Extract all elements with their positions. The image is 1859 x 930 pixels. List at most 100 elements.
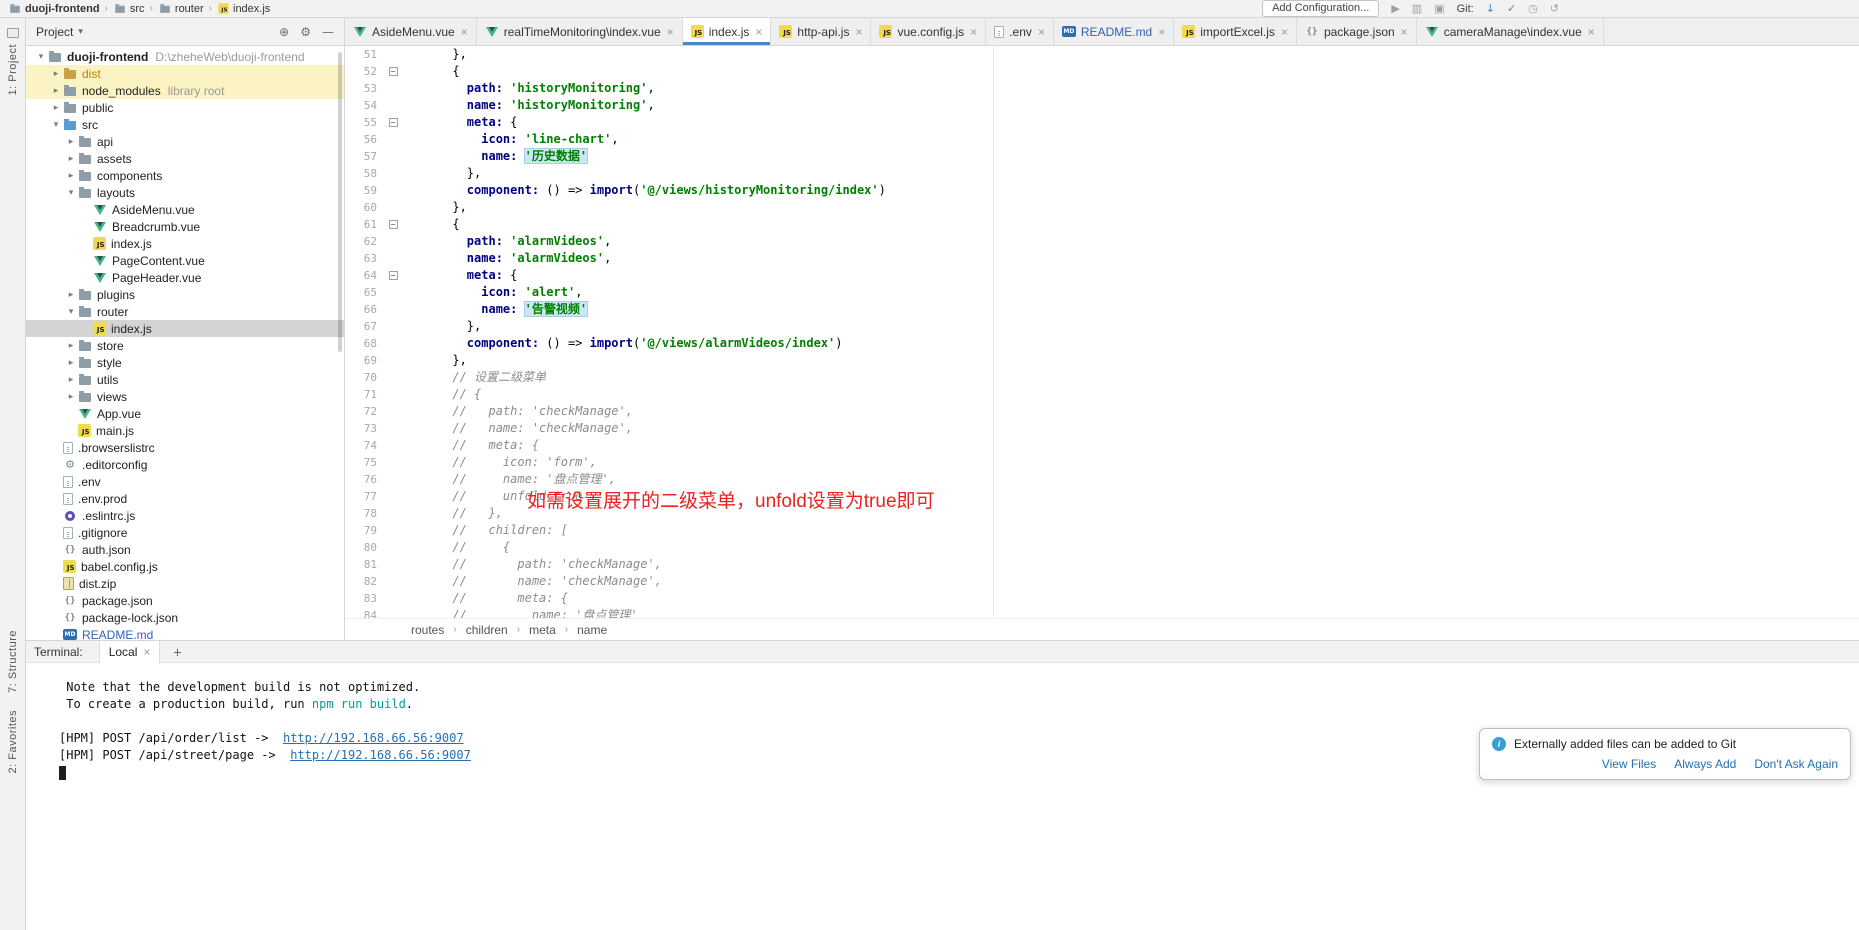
close-icon[interactable]: × xyxy=(143,645,150,659)
close-icon[interactable]: × xyxy=(1281,25,1288,39)
fold-marker[interactable]: − xyxy=(385,114,401,131)
tree-item-src[interactable]: ▾src xyxy=(26,116,344,133)
tree-item-auth.json[interactable]: {}auth.json xyxy=(26,541,344,558)
chevron-down-icon[interactable]: ▾ xyxy=(64,307,78,317)
tree-item-package.json[interactable]: {}package.json xyxy=(26,592,344,609)
tree-item-assets[interactable]: ▸assets xyxy=(26,150,344,167)
chevron-right-icon[interactable]: ▸ xyxy=(49,103,63,113)
gear-icon[interactable]: ⚙ xyxy=(300,25,311,39)
tool-window-button-favorites[interactable]: 2: Favorites xyxy=(0,710,25,773)
tree-item-App.vue[interactable]: App.vue xyxy=(26,405,344,422)
tree-item-router[interactable]: ▾router xyxy=(26,303,344,320)
run-icon[interactable]: ▶ xyxy=(1391,2,1399,15)
tree-item-public[interactable]: ▸public xyxy=(26,99,344,116)
tree-item-node_modules[interactable]: ▸node_moduleslibrary root xyxy=(26,82,344,99)
breadcrumb-item[interactable]: name xyxy=(577,623,607,637)
tree-item-PageContent.vue[interactable]: PageContent.vue xyxy=(26,252,344,269)
tree-item-.editorconfig[interactable]: ⚙.editorconfig xyxy=(26,456,344,473)
profiler-icon[interactable]: ▣ xyxy=(1434,2,1444,15)
close-icon[interactable]: × xyxy=(1038,25,1045,39)
editor-pane[interactable]: 51 },52− {53 path: 'historyMonitoring',5… xyxy=(345,46,1859,618)
tree-item-.browserslistrc[interactable]: .browserslistrc xyxy=(26,439,344,456)
tab-README.md[interactable]: MDREADME.md× xyxy=(1054,18,1174,45)
hide-panel-icon[interactable]: — xyxy=(322,25,334,39)
tree-item-api[interactable]: ▸api xyxy=(26,133,344,150)
tab-index.js[interactable]: JSindex.js× xyxy=(683,18,772,45)
breadcrumb-item[interactable]: src xyxy=(113,2,145,15)
terminal-output[interactable]: Note that the development build is not o… xyxy=(26,663,1859,930)
notification-action[interactable]: Always Add xyxy=(1674,757,1736,771)
tree-item-package-lock.json[interactable]: {}package-lock.json xyxy=(26,609,344,626)
chevron-right-icon[interactable]: ▸ xyxy=(64,392,78,402)
chevron-right-icon[interactable]: ▸ xyxy=(64,341,78,351)
tree-item-layouts[interactable]: ▾layouts xyxy=(26,184,344,201)
tree-item-dist[interactable]: ▸dist xyxy=(26,65,344,82)
breadcrumb-item[interactable]: JSindex.js xyxy=(217,2,270,15)
chevron-right-icon[interactable]: ▸ xyxy=(64,358,78,368)
fold-marker[interactable]: − xyxy=(385,267,401,284)
chevron-right-icon[interactable]: ▸ xyxy=(49,69,63,79)
breadcrumb-item[interactable]: meta xyxy=(529,623,556,637)
tab-vue.config.js[interactable]: JSvue.config.js× xyxy=(871,18,986,45)
tool-window-button-project[interactable]: 1: Project xyxy=(0,28,25,95)
project-scrollbar[interactable] xyxy=(338,52,342,352)
tree-item-components[interactable]: ▸components xyxy=(26,167,344,184)
tab-AsideMenu.vue[interactable]: AsideMenu.vue× xyxy=(345,18,477,45)
close-icon[interactable]: × xyxy=(667,25,674,39)
close-icon[interactable]: × xyxy=(461,25,468,39)
tab-realTimeMonitoring\index.vue[interactable]: realTimeMonitoring\index.vue× xyxy=(477,18,683,45)
close-icon[interactable]: × xyxy=(855,25,862,39)
vcs-commit-icon[interactable]: ✓ xyxy=(1507,2,1516,15)
tab-.env[interactable]: .env× xyxy=(986,18,1054,45)
tab-cameraManage\index.vue[interactable]: cameraManage\index.vue× xyxy=(1417,18,1604,45)
tree-item-utils[interactable]: ▸utils xyxy=(26,371,344,388)
breadcrumb-item[interactable]: routes xyxy=(411,623,444,637)
chevron-right-icon[interactable]: ▸ xyxy=(49,86,63,96)
tree-item-dist.zip[interactable]: dist.zip xyxy=(26,575,344,592)
breadcrumb-item[interactable]: children xyxy=(466,623,508,637)
chevron-right-icon[interactable]: ▸ xyxy=(64,171,78,181)
local-history-icon[interactable]: ◷ xyxy=(1528,2,1538,15)
notification-action[interactable]: Don't Ask Again xyxy=(1754,757,1838,771)
add-configuration-button[interactable]: Add Configuration... xyxy=(1262,0,1379,17)
breadcrumb-item[interactable]: router xyxy=(158,2,204,15)
chevron-right-icon[interactable]: ▸ xyxy=(64,154,78,164)
chevron-down-icon[interactable]: ▾ xyxy=(34,52,48,62)
chevron-down-icon[interactable]: ▾ xyxy=(49,120,63,130)
project-view-selector[interactable]: Project ▾ xyxy=(36,25,83,39)
breadcrumb-item[interactable]: duoji-frontend xyxy=(8,2,100,15)
tool-window-button-structure[interactable]: 7: Structure xyxy=(0,630,25,693)
fold-marker[interactable]: − xyxy=(385,216,401,233)
chevron-right-icon[interactable]: ▸ xyxy=(64,375,78,385)
tree-item-AsideMenu.vue[interactable]: AsideMenu.vue xyxy=(26,201,344,218)
tree-item-index.js[interactable]: JSindex.js xyxy=(26,320,344,337)
tree-item-index.js[interactable]: JSindex.js xyxy=(26,235,344,252)
locate-file-icon[interactable]: ⊕ xyxy=(279,25,289,39)
close-icon[interactable]: × xyxy=(755,25,762,39)
chevron-down-icon[interactable]: ▾ xyxy=(64,188,78,198)
chevron-right-icon[interactable]: ▸ xyxy=(64,137,78,147)
tree-item-babel.config.js[interactable]: JSbabel.config.js xyxy=(26,558,344,575)
tree-item-main.js[interactable]: JSmain.js xyxy=(26,422,344,439)
tab-package.json[interactable]: {}package.json× xyxy=(1297,18,1417,45)
terminal-tab-local[interactable]: Local × xyxy=(99,641,161,663)
notification-action[interactable]: View Files xyxy=(1602,757,1656,771)
rollback-icon[interactable]: ↺ xyxy=(1550,2,1559,15)
close-icon[interactable]: × xyxy=(1401,25,1408,39)
tree-item-plugins[interactable]: ▸plugins xyxy=(26,286,344,303)
coverage-icon[interactable]: ▥ xyxy=(1412,2,1422,15)
tree-item-.eslintrc.js[interactable]: .eslintrc.js xyxy=(26,507,344,524)
terminal-link[interactable]: http://192.168.66.56:9007 xyxy=(290,748,471,762)
tree-item-PageHeader.vue[interactable]: PageHeader.vue xyxy=(26,269,344,286)
tree-item-duoji-frontend[interactable]: ▾duoji-frontendD:\zheheWeb\duoji-fronten… xyxy=(26,48,344,65)
chevron-right-icon[interactable]: ▸ xyxy=(64,290,78,300)
tab-http-api.js[interactable]: JShttp-api.js× xyxy=(771,18,871,45)
tree-item-Breadcrumb.vue[interactable]: Breadcrumb.vue xyxy=(26,218,344,235)
close-icon[interactable]: × xyxy=(970,25,977,39)
fold-marker[interactable]: − xyxy=(385,63,401,80)
tree-item-views[interactable]: ▸views xyxy=(26,388,344,405)
tree-item-.env.prod[interactable]: .env.prod xyxy=(26,490,344,507)
tree-item-.env[interactable]: .env xyxy=(26,473,344,490)
vcs-update-icon[interactable]: ↓ xyxy=(1486,2,1495,15)
tree-item-README.md[interactable]: MDREADME.md xyxy=(26,626,344,640)
